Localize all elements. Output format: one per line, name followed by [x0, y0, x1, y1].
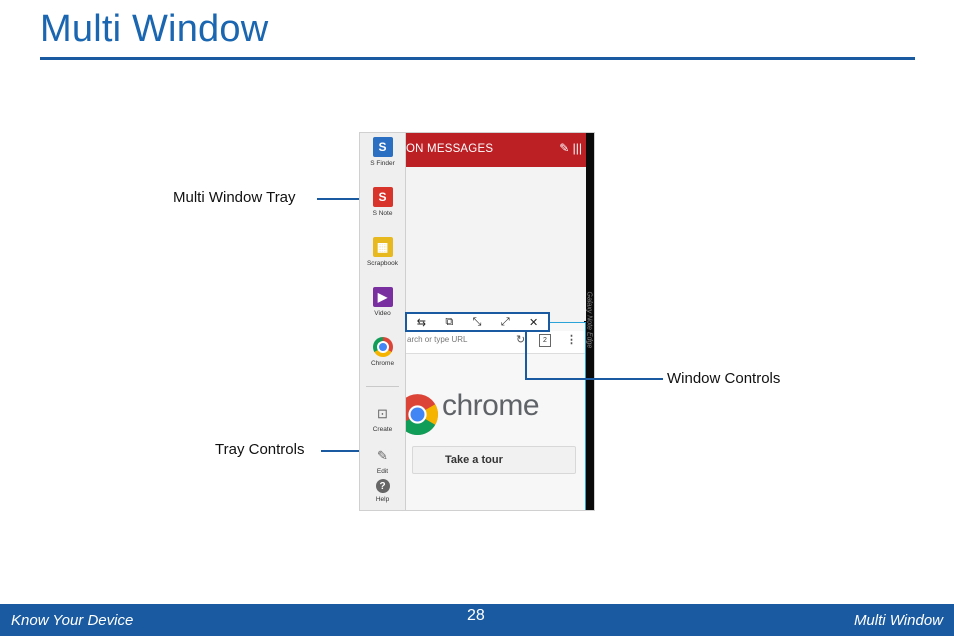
footer-section: Know Your Device [11, 612, 134, 629]
chrome-icon [372, 337, 393, 357]
tray-item-s-finder[interactable]: S S Finder [360, 137, 405, 167]
menu-icon[interactable]: ⋮ [566, 333, 577, 346]
tray-item-label: Scrapbook [366, 260, 399, 267]
tray-control-help[interactable]: ? Help [360, 479, 405, 503]
scrapbook-icon: ▦ [372, 237, 393, 257]
take-tour-label: Take a tour [445, 454, 503, 466]
drag-content-icon[interactable]: ⧉ [445, 316, 453, 329]
compose-menu-icon[interactable]: ✎ ||| [559, 141, 582, 155]
page-title: Multi Window [40, 8, 269, 50]
play-icon: ▶ [372, 287, 393, 307]
tray-control-label: Edit [376, 468, 389, 475]
callout-window-controls: Window Controls [667, 370, 781, 387]
s-note-icon: S [372, 187, 393, 207]
tray-item-s-note[interactable]: S S Note [360, 187, 405, 217]
messages-header: ON MESSAGES ✎ ||| [405, 133, 586, 167]
tray-control-create[interactable]: ⊡ Create [360, 405, 405, 433]
page-number: 28 [467, 607, 485, 624]
tray-item-label: Chrome [370, 360, 395, 367]
tray-item-video[interactable]: ▶ Video [360, 287, 405, 317]
tray-control-edit[interactable]: ✎ Edit [360, 447, 405, 475]
close-icon[interactable]: ✕ [529, 316, 538, 329]
multi-window-tray: S S Finder S S Note ▦ Scrapbook ▶ Video Chrome ⊡ C… [360, 133, 406, 510]
title-divider [40, 57, 915, 60]
url-bar[interactable]: arch or type URL ↻ 2 ⋮ [406, 331, 585, 354]
chrome-window[interactable]: arch or type URL ↻ 2 ⋮ chrome Take a tou… [397, 322, 586, 510]
callout-line-tray [317, 198, 359, 200]
tray-item-chrome[interactable]: Chrome [360, 337, 405, 367]
tray-control-label: Help [375, 496, 390, 503]
tray-item-label: S Finder [370, 160, 395, 167]
window-controls-bar: ⇆ ⧉ ⤡ ⤢ ✕ [405, 312, 550, 332]
tray-control-label: Create [372, 426, 393, 433]
minimize-icon[interactable]: ⤡ [473, 316, 482, 329]
help-icon: ? [375, 479, 390, 493]
tab-count-icon[interactable]: 2 [539, 334, 551, 347]
chrome-wordmark: chrome [442, 389, 540, 422]
callout-multi-window-tray: Multi Window Tray [173, 189, 296, 206]
tray-item-scrapbook[interactable]: ▦ Scrapbook [360, 237, 405, 267]
create-icon: ⊡ [377, 406, 388, 421]
callout-tray-controls: Tray Controls [215, 441, 305, 458]
reload-icon[interactable]: ↻ [516, 333, 525, 346]
callout-line-tray-controls [321, 450, 359, 452]
callout-line-wc-horizontal [525, 378, 663, 380]
tray-divider [366, 386, 399, 387]
tray-item-label: Video [374, 310, 391, 317]
url-placeholder[interactable]: arch or type URL [407, 335, 467, 344]
messages-body [405, 167, 586, 321]
take-tour-button[interactable]: Take a tour [412, 446, 576, 474]
callout-line-wc-vertical [525, 331, 527, 379]
swap-icon[interactable]: ⇆ [417, 316, 426, 329]
footer-chapter: Multi Window [853, 612, 943, 629]
side-label: Galaxy Note Edge [585, 291, 593, 349]
maximize-icon[interactable]: ⤢ [501, 316, 510, 329]
pencil-icon: ✎ [377, 448, 388, 463]
messages-title: ON MESSAGES [406, 143, 494, 155]
device-screenshot: Galaxy Note Edge ON MESSAGES ✎ ||| arch … [359, 132, 595, 511]
tray-item-label: S Note [372, 210, 393, 217]
search-icon: S [372, 137, 393, 157]
